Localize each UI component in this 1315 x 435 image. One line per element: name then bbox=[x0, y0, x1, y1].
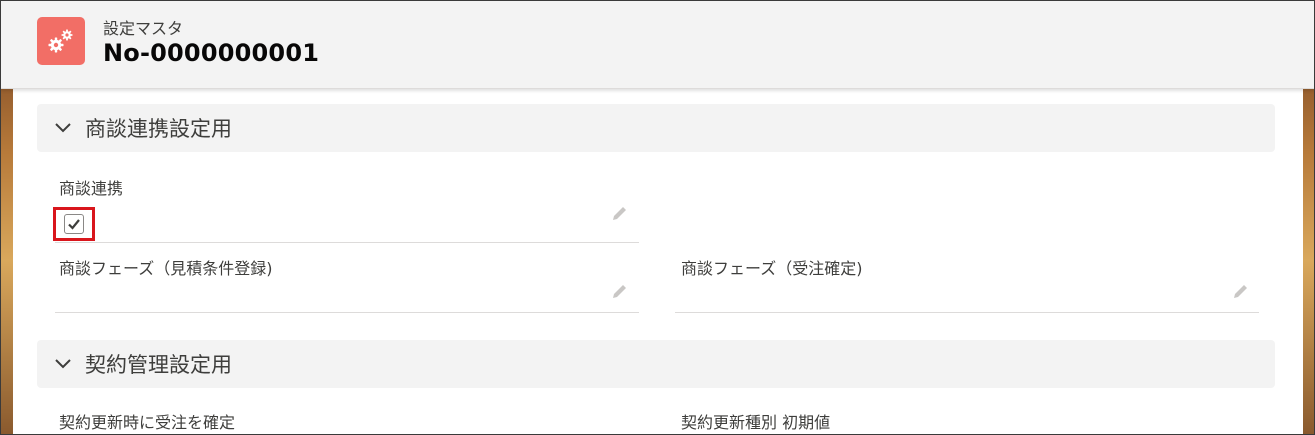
checkbox-highlight bbox=[53, 207, 95, 241]
field-label-phase-order: 商談フェーズ（受注確定) bbox=[681, 259, 863, 278]
field-divider bbox=[675, 312, 1259, 313]
field-label-contract-renew-type: 契約更新種別 初期値 bbox=[681, 413, 831, 432]
field-label-contract-renew-confirm: 契約更新時に受注を確定 bbox=[59, 413, 236, 432]
pencil-edit-icon[interactable] bbox=[610, 203, 630, 223]
object-label: 設定マスタ bbox=[103, 19, 184, 38]
field-divider bbox=[55, 312, 639, 313]
section-title: 契約管理設定用 bbox=[85, 353, 232, 377]
field-label-phase-quote: 商談フェーズ（見積条件登録) bbox=[59, 259, 273, 278]
checkmark-icon bbox=[68, 219, 80, 230]
pencil-edit-icon[interactable] bbox=[1231, 281, 1251, 301]
window-frame: 設定マスタ No-0000000001 商談連携設定用 商談連携 商談フェーズ（… bbox=[0, 0, 1315, 435]
record-header: 設定マスタ No-0000000001 bbox=[1, 1, 1314, 89]
chevron-down-icon bbox=[55, 359, 71, 369]
field-label-opportunity-link: 商談連携 bbox=[59, 179, 124, 198]
section-header-contract[interactable]: 契約管理設定用 bbox=[37, 340, 1275, 388]
opportunity-link-checkbox[interactable] bbox=[64, 214, 84, 234]
pencil-edit-icon[interactable] bbox=[610, 281, 630, 301]
section-header-opportunity-link[interactable]: 商談連携設定用 bbox=[37, 104, 1275, 152]
settings-gears-icon bbox=[37, 17, 85, 65]
record-detail-panel: 商談連携設定用 商談連携 商談フェーズ（見積条件登録) 商談フェーズ（受注確定) bbox=[13, 89, 1303, 434]
field-divider bbox=[55, 242, 639, 243]
section-title: 商談連携設定用 bbox=[85, 117, 232, 141]
chevron-down-icon bbox=[55, 123, 71, 133]
record-title: No-0000000001 bbox=[103, 39, 320, 67]
